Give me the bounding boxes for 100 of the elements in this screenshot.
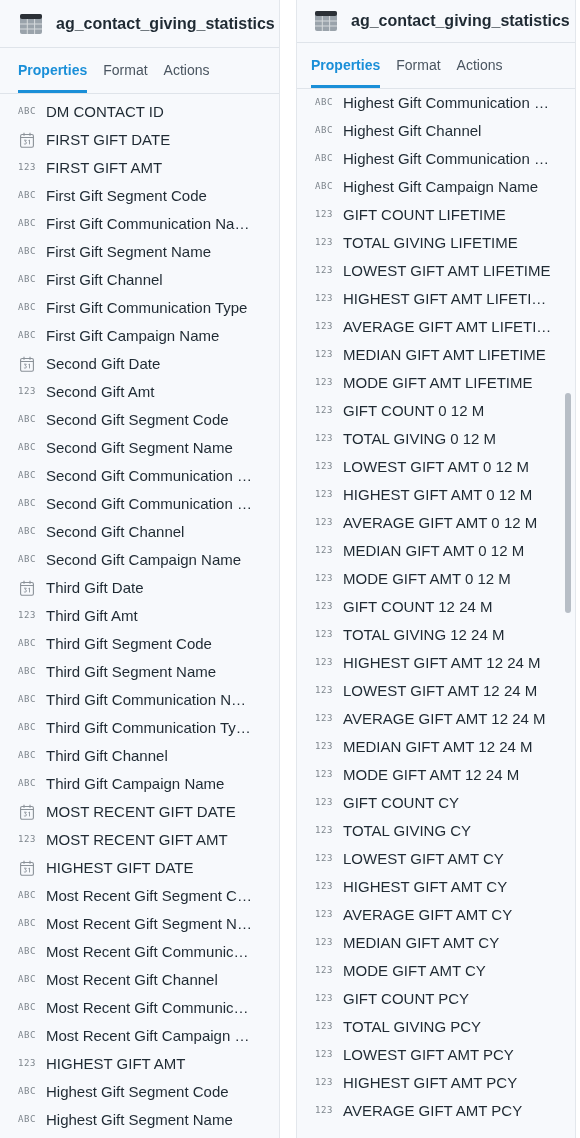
field-item[interactable]: 123 AVERAGE GIFT AMT 0 12 M xyxy=(297,509,575,537)
field-item[interactable]: 123 HIGHEST GIFT AMT 0 12 M xyxy=(297,481,575,509)
field-item[interactable]: 123 HIGHEST GIFT AMT 12 24 M xyxy=(297,649,575,677)
field-item[interactable]: ABC First Gift Channel xyxy=(0,266,279,294)
field-item[interactable]: ABC First Gift Campaign Name xyxy=(0,322,279,350)
field-item[interactable]: 123 AVERAGE GIFT AMT LIFETI… xyxy=(297,313,575,341)
field-item[interactable]: ABC Third Gift Segment Name xyxy=(0,658,279,686)
field-item[interactable]: 123 MOST RECENT GIFT AMT xyxy=(0,826,279,854)
field-item[interactable]: ABC Third Gift Communication Ty… xyxy=(0,714,279,742)
field-item[interactable]: 123 MEDIAN GIFT AMT 12 24 M xyxy=(297,733,575,761)
field-item[interactable]: ABC Second Gift Communication … xyxy=(0,462,279,490)
field-item[interactable]: ABC Most Recent Gift Segment N… xyxy=(0,910,279,938)
field-item[interactable]: 123 HIGHEST GIFT AMT xyxy=(0,1050,279,1078)
field-item[interactable]: ABC Second Gift Campaign Name xyxy=(0,546,279,574)
string-type-label: ABC xyxy=(18,665,36,679)
field-item[interactable]: 123 LOWEST GIFT AMT LIFETIME xyxy=(297,257,575,285)
field-item[interactable]: ABC Second Gift Segment Code xyxy=(0,406,279,434)
field-item[interactable]: 123 GIFT COUNT CY xyxy=(297,789,575,817)
field-item[interactable]: FIRST GIFT DATE xyxy=(0,126,279,154)
string-type-label: ABC xyxy=(18,301,36,315)
number-type-label: 123 xyxy=(315,824,333,838)
field-item[interactable]: ABC Most Recent Gift Campaign … xyxy=(0,1022,279,1050)
field-item[interactable]: 123 HIGHEST GIFT AMT CY xyxy=(297,873,575,901)
field-item[interactable]: ABC Highest Gift Segment Code xyxy=(0,1078,279,1106)
field-item[interactable]: 123 MEDIAN GIFT AMT 0 12 M xyxy=(297,537,575,565)
field-item[interactable]: ABC Highest Gift Channel xyxy=(297,117,575,145)
field-item[interactable]: 123 MEDIAN GIFT AMT CY xyxy=(297,929,575,957)
field-item[interactable]: 123 AVERAGE GIFT AMT CY xyxy=(297,901,575,929)
field-item[interactable]: ABC Second Gift Communication … xyxy=(0,490,279,518)
field-item[interactable]: 123 TOTAL GIVING LIFETIME xyxy=(297,229,575,257)
field-item[interactable]: 123 AVERAGE GIFT AMT 12 24 M xyxy=(297,705,575,733)
field-item[interactable]: 123 MODE GIFT AMT 12 24 M xyxy=(297,761,575,789)
field-item[interactable]: 123 GIFT COUNT PCY xyxy=(297,985,575,1013)
field-item[interactable]: 123 GIFT COUNT 12 24 M xyxy=(297,593,575,621)
field-item[interactable]: 123 Third Gift Amt xyxy=(0,602,279,630)
field-item[interactable]: 123 MEDIAN GIFT AMT LIFETIME xyxy=(297,341,575,369)
field-item[interactable]: 123 AVERAGE GIFT AMT PCY xyxy=(297,1097,575,1125)
field-item[interactable]: Second Gift Date xyxy=(0,350,279,378)
field-item[interactable]: ABC DM CONTACT ID xyxy=(0,98,279,126)
field-item[interactable]: 123 MODE GIFT AMT CY xyxy=(297,957,575,985)
field-item[interactable]: 123 TOTAL GIVING 12 24 M xyxy=(297,621,575,649)
field-item[interactable]: ABC Highest Gift Communication … xyxy=(297,145,575,173)
field-item[interactable]: 123 GIFT COUNT 0 12 M xyxy=(297,397,575,425)
field-item[interactable]: 123 MODE GIFT AMT 0 12 M xyxy=(297,565,575,593)
field-item[interactable]: MOST RECENT GIFT DATE xyxy=(0,798,279,826)
field-item[interactable]: 123 LOWEST GIFT AMT CY xyxy=(297,845,575,873)
number-type-label: 123 xyxy=(315,628,333,642)
field-item[interactable]: 123 LOWEST GIFT AMT 12 24 M xyxy=(297,677,575,705)
number-type-label: 123 xyxy=(315,348,333,362)
number-type-label: 123 xyxy=(315,992,333,1006)
field-item[interactable]: 123 TOTAL GIVING 0 12 M xyxy=(297,425,575,453)
field-item[interactable]: 123 HIGHEST GIFT AMT LIFETI… xyxy=(297,285,575,313)
number-type-label: 123 xyxy=(315,740,333,754)
number-type-label: 123 xyxy=(315,964,333,978)
field-item[interactable]: 123 TOTAL GIVING CY xyxy=(297,817,575,845)
number-type-label: 123 xyxy=(18,385,36,399)
field-item[interactable]: ABC First Gift Communication Type xyxy=(0,294,279,322)
field-item[interactable]: ABC Most Recent Gift Channel xyxy=(0,966,279,994)
field-item[interactable]: ABC Third Gift Communication N… xyxy=(0,686,279,714)
field-item[interactable]: 123 FIRST GIFT AMT xyxy=(0,154,279,182)
field-item[interactable]: ABC First Gift Segment Name xyxy=(0,238,279,266)
field-item[interactable]: ABC Most Recent Gift Communic… xyxy=(0,938,279,966)
field-item[interactable]: HIGHEST GIFT DATE xyxy=(0,854,279,882)
field-item[interactable]: 123 LOWEST GIFT AMT 0 12 M xyxy=(297,453,575,481)
tab[interactable]: Actions xyxy=(456,43,503,88)
string-type-label: ABC xyxy=(18,441,36,455)
number-type-label: 123 xyxy=(315,516,333,530)
field-item[interactable]: ABC First Gift Communication Na… xyxy=(0,210,279,238)
tab[interactable]: Format xyxy=(103,48,148,93)
number-type-label: 123 xyxy=(315,292,333,306)
field-item[interactable]: ABC Second Gift Segment Name xyxy=(0,434,279,462)
field-item[interactable]: 123 Second Gift Amt xyxy=(0,378,279,406)
table-title: ag_contact_giving_statistics xyxy=(351,11,570,31)
scrollbar-thumb[interactable] xyxy=(565,393,571,613)
tab[interactable]: Actions xyxy=(163,48,210,93)
table-icon xyxy=(315,11,337,31)
number-type-label: 123 xyxy=(315,600,333,614)
field-item[interactable]: ABC Third Gift Channel xyxy=(0,742,279,770)
field-item[interactable]: 123 GIFT COUNT LIFETIME xyxy=(297,201,575,229)
calendar-icon xyxy=(20,356,34,372)
field-item[interactable]: ABC Highest Gift Segment Name xyxy=(0,1106,279,1134)
field-item[interactable]: 123 LOWEST GIFT AMT PCY xyxy=(297,1041,575,1069)
field-item[interactable]: 123 HIGHEST GIFT AMT PCY xyxy=(297,1069,575,1097)
string-type-label: ABC xyxy=(18,329,36,343)
field-item[interactable]: ABC Second Gift Channel xyxy=(0,518,279,546)
field-item[interactable]: ABC Third Gift Campaign Name xyxy=(0,770,279,798)
string-type-label: ABC xyxy=(315,180,333,194)
field-item[interactable]: ABC Most Recent Gift Segment C… xyxy=(0,882,279,910)
string-type-label: ABC xyxy=(18,637,36,651)
number-type-label: 123 xyxy=(315,656,333,670)
field-item[interactable]: ABC First Gift Segment Code xyxy=(0,182,279,210)
field-item[interactable]: ABC Highest Gift Communication … xyxy=(297,89,575,117)
string-type-label: ABC xyxy=(18,105,36,119)
field-item[interactable]: 123 MODE GIFT AMT LIFETIME xyxy=(297,369,575,397)
tab[interactable]: Format xyxy=(396,43,441,88)
field-item[interactable]: ABC Highest Gift Campaign Name xyxy=(297,173,575,201)
field-item[interactable]: ABC Most Recent Gift Communic… xyxy=(0,994,279,1022)
field-item[interactable]: 123 TOTAL GIVING PCY xyxy=(297,1013,575,1041)
field-item[interactable]: Third Gift Date xyxy=(0,574,279,602)
field-item[interactable]: ABC Third Gift Segment Code xyxy=(0,630,279,658)
